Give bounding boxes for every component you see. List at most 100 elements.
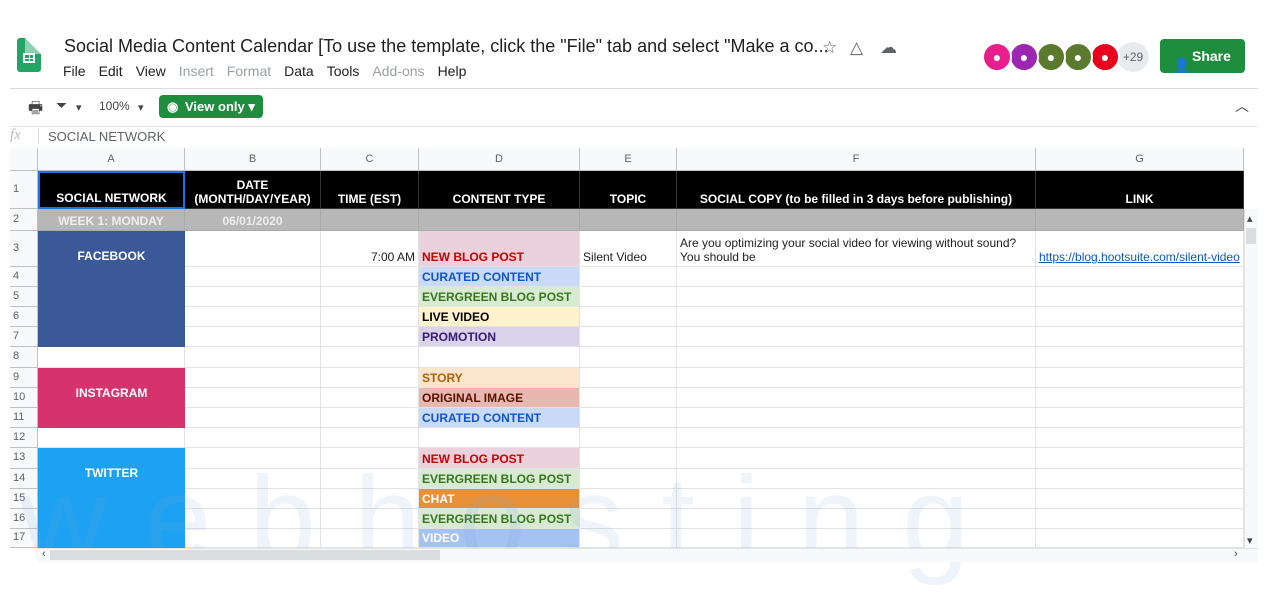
scroll-up-icon[interactable]: ▴ [1247,212,1253,225]
cell[interactable] [321,408,419,428]
column-header-g[interactable]: G [1036,148,1244,171]
cell[interactable] [185,347,321,368]
header-cell[interactable]: TOPIC [580,171,677,209]
cell[interactable] [580,489,677,509]
cell[interactable] [321,448,419,469]
row-header-4[interactable]: 4 [10,267,38,287]
cell[interactable] [321,489,419,509]
cell[interactable] [677,267,1036,287]
cell[interactable] [321,287,419,307]
cell[interactable] [321,307,419,327]
menu-file[interactable]: File [63,63,86,79]
cell[interactable] [185,509,321,529]
collaborator-avatar[interactable]: ● [982,42,1012,72]
cell[interactable] [1036,428,1244,448]
cell[interactable] [677,209,1036,231]
cell[interactable] [185,529,321,548]
cell[interactable] [580,287,677,307]
cell[interactable] [321,267,419,287]
cell[interactable] [580,428,677,448]
spreadsheet-grid[interactable]: A B C D E F G 1 2 3 4 5 6 7 8 9 10 11 12 13 14 15 16 17 SOCIAL N… [10,148,1244,548]
sheets-logo[interactable] [17,38,41,72]
document-title[interactable]: Social Media Content Calendar [To use th… [64,36,829,57]
cell[interactable] [580,469,677,489]
column-header-e[interactable]: E [580,148,677,171]
more-collaborators[interactable]: +29 [1117,42,1149,72]
topic-cell[interactable]: Silent Video [580,231,677,267]
cell[interactable] [1036,448,1244,469]
cell[interactable] [321,368,419,388]
cell[interactable] [677,489,1036,509]
cell[interactable] [321,209,419,231]
cell[interactable] [580,307,677,327]
row-header-8[interactable]: 8 [10,347,38,368]
cell[interactable] [677,428,1036,448]
zoom-select[interactable]: 100% [99,99,130,113]
content-type-cell[interactable]: PROMOTION [419,327,580,347]
cell[interactable] [677,347,1036,368]
filter-icon[interactable]: ⏷ [56,97,67,114]
row-header-16[interactable]: 16 [10,509,38,529]
cell[interactable] [185,489,321,509]
menu-edit[interactable]: Edit [99,63,123,79]
menu-view[interactable]: View [136,63,166,79]
row-header-11[interactable]: 11 [10,408,38,428]
network-facebook[interactable]: FACEBOOK [38,231,185,347]
menu-tools[interactable]: Tools [327,63,360,79]
content-type-cell[interactable]: LIVE VIDEO [419,307,580,327]
header-cell[interactable]: CONTENT TYPE [419,171,580,209]
cell[interactable] [321,529,419,548]
row-header-12[interactable]: 12 [10,428,38,448]
cell[interactable] [1036,509,1244,529]
cell[interactable] [580,209,677,231]
cell[interactable] [580,509,677,529]
header-cell[interactable]: LINK [1036,171,1244,209]
cell[interactable] [580,327,677,347]
scroll-down-icon[interactable]: ▾ [1247,534,1253,547]
cell[interactable] [321,347,419,368]
cell[interactable] [677,529,1036,548]
drive-icon[interactable]: △ [850,38,863,58]
cell[interactable] [580,448,677,469]
collaborator-avatar[interactable]: ● [1009,42,1039,72]
time-cell[interactable]: 7:00 AM [321,231,419,267]
menu-data[interactable]: Data [284,63,314,79]
cell[interactable] [677,448,1036,469]
cell[interactable] [677,469,1036,489]
cell[interactable] [677,368,1036,388]
formula-input[interactable]: SOCIAL NETWORK [48,129,165,144]
row-header-10[interactable]: 10 [10,388,38,408]
cell[interactable] [1036,327,1244,347]
cell[interactable] [38,347,185,368]
cell[interactable] [419,428,580,448]
cell[interactable] [1036,388,1244,408]
row-header-7[interactable]: 7 [10,327,38,347]
cell[interactable] [321,509,419,529]
row-header-9[interactable]: 9 [10,368,38,388]
cell[interactable] [580,408,677,428]
content-type-cell[interactable]: EVERGREEN BLOG POST [419,469,580,489]
row-header-5[interactable]: 5 [10,287,38,307]
cell[interactable] [185,327,321,347]
vertical-scroll-thumb[interactable] [1246,228,1256,244]
content-type-cell[interactable]: CURATED CONTENT [419,408,580,428]
chevron-down-icon[interactable]: ▾ [138,101,144,114]
header-cell[interactable]: SOCIAL NETWORK [38,171,185,209]
week-date[interactable]: 06/01/2020 [185,209,321,231]
header-cell[interactable]: SOCIAL COPY (to be filled in 3 days befo… [677,171,1036,209]
cell[interactable] [1036,267,1244,287]
cell[interactable] [185,408,321,428]
content-type-cell[interactable]: CHAT [419,489,580,509]
cell[interactable] [580,347,677,368]
content-type-cell[interactable]: NEW BLOG POST [419,448,580,469]
cell[interactable] [1036,209,1244,231]
cell[interactable] [185,388,321,408]
scroll-left-icon[interactable]: ‹ [42,548,46,560]
collaborator-avatar[interactable]: ● [1036,42,1066,72]
cell[interactable] [580,368,677,388]
link-cell[interactable]: https://blog.hootsuite.com/silent-video [1036,231,1244,267]
cell[interactable] [321,327,419,347]
cell[interactable] [1036,489,1244,509]
cell[interactable] [1036,307,1244,327]
star-icon[interactable]: ☆ [822,38,837,58]
